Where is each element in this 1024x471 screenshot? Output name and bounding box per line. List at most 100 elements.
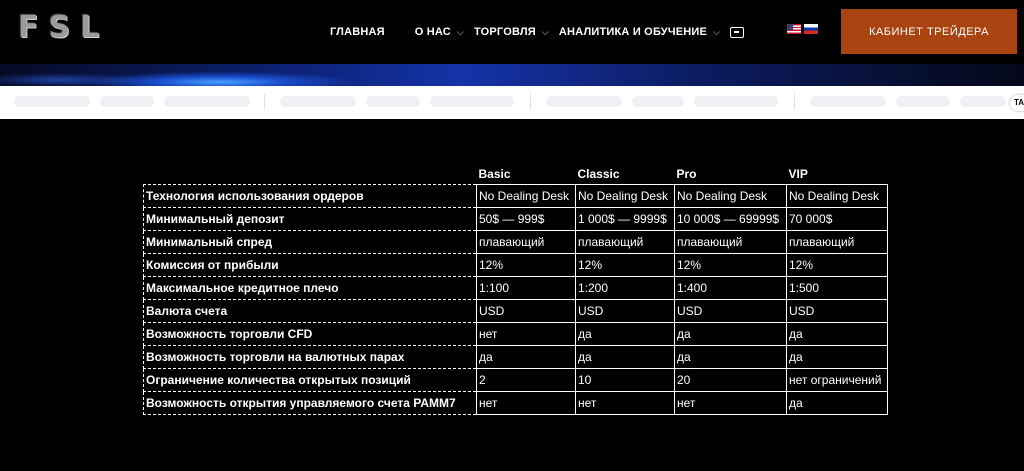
table-cell: нет: [575, 390, 675, 415]
table-cell: да: [786, 321, 888, 346]
nav-trading-label: ТОРГОВЛЯ: [473, 26, 536, 38]
chevron-down-icon: ⌵: [541, 26, 549, 37]
ticker-item-placeholder: [430, 96, 514, 107]
row-label: Возможность торговли CFD: [143, 321, 477, 346]
table-cell: 50$ — 999$: [476, 206, 576, 231]
table-cell: 2: [476, 367, 576, 392]
ticker-divider: [794, 94, 795, 110]
table-cell: No Dealing Desk: [786, 183, 888, 208]
ticker-item-placeholder: [366, 96, 420, 107]
table-row: Возможность торговли CFD нет да да да: [143, 321, 888, 346]
table-cell: да: [476, 344, 576, 369]
ticker-item-placeholder: [546, 96, 622, 107]
site-logo[interactable]: FSL: [18, 10, 109, 45]
main-nav: ГЛАВНАЯ О НАС ⌵ ТОРГОВЛЯ ⌵ АНАЛИТИКА И О…: [330, 24, 745, 40]
table-cell: USD: [476, 298, 576, 323]
table-row: Комиссия от прибыли 12% 12% 12% 12%: [143, 252, 888, 277]
ticker-item-placeholder: [164, 96, 250, 107]
account-icon[interactable]: [730, 26, 745, 38]
us-flag-icon[interactable]: [787, 24, 801, 34]
table-cell: No Dealing Desk: [575, 183, 675, 208]
table-row: Минимальный спред плавающий плавающий плава…: [143, 229, 888, 254]
table-cell: 1:500: [786, 275, 888, 300]
row-label: Возможность торговли на валютных парах: [143, 344, 477, 369]
table-cell: No Dealing Desk: [476, 183, 576, 208]
ticker-item-placeholder: [632, 96, 684, 107]
table-cell: да: [786, 390, 888, 415]
row-label: Возможность открытия управляемого счета …: [143, 390, 477, 415]
table-header-row: Basic Classic Pro VIP: [144, 164, 888, 184]
table-cell: да: [786, 344, 888, 369]
table-row: Минимальный депозит 50$ — 999$ 1 000$ — 99…: [143, 206, 888, 231]
hero-banner-strip: [0, 64, 1024, 86]
ticker-bar: TA: [0, 86, 1024, 119]
nav-home-label: ГЛАВНАЯ: [330, 26, 385, 38]
ticker-item-placeholder: [960, 96, 1006, 107]
table-cell: плавающий: [476, 229, 576, 254]
row-label: Комиссия от прибыли: [143, 252, 477, 277]
table-cell: плавающий: [786, 229, 888, 254]
nav-analytics[interactable]: АНАЛИТИКА И ОБУЧЕНИЕ ⌵: [559, 26, 720, 38]
row-label: Валюта счета: [143, 298, 477, 323]
ticker-item-placeholder: [100, 96, 154, 107]
ticker-item-placeholder: [810, 96, 886, 107]
table-cell: 12%: [575, 252, 675, 277]
table-cell: 1:200: [575, 275, 675, 300]
ticker-item-placeholder: [14, 96, 90, 107]
table-cell: 1 000$ — 9999$: [575, 206, 675, 231]
ru-flag-icon[interactable]: [804, 24, 818, 34]
table-cell: 1:100: [476, 275, 576, 300]
chevron-down-icon: ⌵: [456, 26, 464, 37]
table-cell: 1:400: [674, 275, 787, 300]
nav-about[interactable]: О НАС ⌵: [415, 26, 464, 38]
table-cell: 20: [674, 367, 787, 392]
row-label: Максимальное кредитное плечо: [143, 275, 477, 300]
table-cell: да: [674, 321, 787, 346]
ticker-divider: [264, 94, 265, 110]
table-cell: USD: [674, 298, 787, 323]
column-header: Basic: [478, 166, 511, 181]
ticker-tag[interactable]: TA: [1010, 95, 1024, 111]
column-header: Classic: [577, 166, 620, 181]
row-label: Минимальный депозит: [143, 206, 477, 231]
table-row: Возможность торговли на валютных парах да…: [143, 344, 888, 369]
site-header: FSL ГЛАВНАЯ О НАС ⌵ ТОРГОВЛЯ ⌵ АНАЛИТИКА…: [0, 0, 1024, 68]
table-cell: 10 000$ — 69999$: [674, 206, 787, 231]
table-row: Технология использования ордеров No Deali…: [143, 183, 888, 208]
table-row: Ограничение количества открытых позиций 2…: [143, 367, 888, 392]
table-cell: 10: [575, 367, 675, 392]
table-header-empty: [144, 164, 477, 184]
table-cell: No Dealing Desk: [674, 183, 787, 208]
ticker-item-placeholder: [896, 96, 950, 107]
nav-home[interactable]: ГЛАВНАЯ: [330, 26, 385, 38]
column-header: Pro: [676, 166, 697, 181]
language-switcher: [787, 24, 818, 34]
nav-about-label: О НАС: [414, 26, 451, 38]
table-cell: нет: [476, 321, 576, 346]
nav-trading[interactable]: ТОРГОВЛЯ ⌵: [474, 26, 549, 38]
column-header: VIP: [788, 166, 808, 181]
table-cell: 12%: [476, 252, 576, 277]
table-cell: USD: [575, 298, 675, 323]
table-cell: нет ограничений: [786, 367, 888, 392]
row-label: Минимальный спред: [143, 229, 477, 254]
table-cell: нет: [674, 390, 787, 415]
table-row: Максимальное кредитное плечо 1:100 1:200 1:…: [143, 275, 888, 300]
table-cell: 70 000$: [786, 206, 888, 231]
table-cell: нет: [476, 390, 576, 415]
table-row: Валюта счета USD USD USD USD: [143, 298, 888, 323]
ticker-item-placeholder: [280, 96, 356, 107]
table-cell: 12%: [786, 252, 888, 277]
table-cell: да: [674, 344, 787, 369]
row-label: Технология использования ордеров: [143, 183, 477, 208]
table-cell: 12%: [674, 252, 787, 277]
table-cell: да: [575, 344, 675, 369]
ticker-item-placeholder: [694, 96, 778, 107]
table-row: Возможность открытия управляемого счета …: [143, 390, 888, 415]
account-types-table: Basic Classic Pro VIP Технология использ…: [143, 164, 888, 415]
chevron-down-icon: ⌵: [713, 26, 721, 37]
trader-cabinet-button[interactable]: КАБИНЕТ ТРЕЙДЕРА: [841, 9, 1017, 54]
table-cell: плавающий: [575, 229, 675, 254]
row-label: Ограничение количества открытых позиций: [143, 367, 477, 392]
ticker-divider: [530, 94, 531, 110]
